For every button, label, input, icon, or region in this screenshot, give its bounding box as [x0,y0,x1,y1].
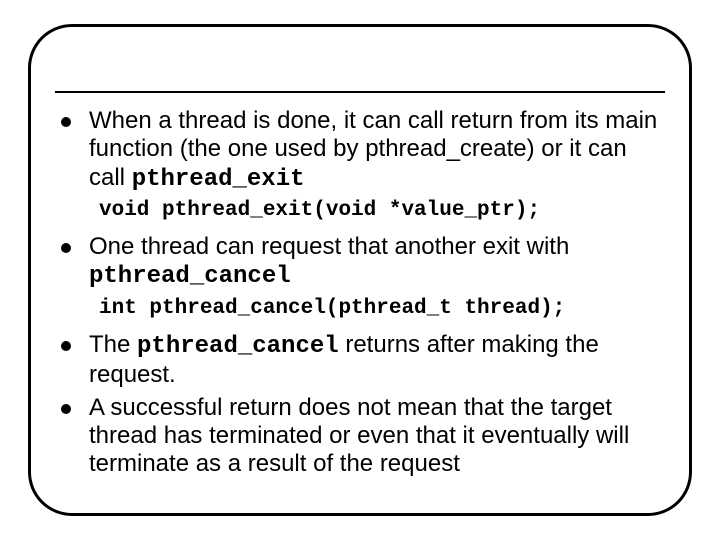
code-line-1: void pthread_exit(void *value_ptr); [55,198,665,223]
bullet-2-code: pthread_cancel [89,263,291,290]
slide-body: When a thread is done, it can call retur… [49,107,671,479]
bullet-3-pre: The [89,331,137,358]
bullet-4: A successful return does not mean that t… [55,394,665,479]
bullet-1: When a thread is done, it can call retur… [55,107,665,194]
bullet-list-3: The pthread_cancel returns after making … [55,331,665,479]
bullet-3-code: pthread_cancel [137,333,339,360]
bullet-1-code: pthread_exit [132,166,305,193]
bullet-2-text: One thread can request that another exit… [89,233,569,260]
code-line-2: int pthread_cancel(pthread_t thread); [55,296,665,321]
title-area [55,47,665,93]
bullet-2: One thread can request that another exit… [55,233,665,292]
slide-frame: When a thread is done, it can call retur… [28,24,692,516]
bullet-4-text: A successful return does not mean that t… [89,394,629,478]
bullet-3: The pthread_cancel returns after making … [55,331,665,390]
bullet-list: When a thread is done, it can call retur… [55,107,665,194]
bullet-list-2: One thread can request that another exit… [55,233,665,292]
slide: When a thread is done, it can call retur… [0,0,720,540]
